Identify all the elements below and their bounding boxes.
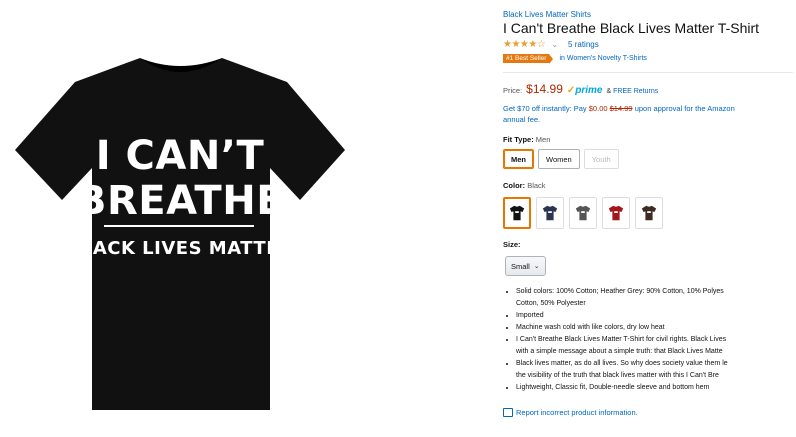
shirt-print-line1: I CAN’T [95,133,265,179]
divider [503,72,793,73]
feature-bullet: I Can't Breathe Black Lives Matter T-Shi… [516,334,796,346]
product-image-panel[interactable]: I CAN’T BREATHE BLACK LIVES MATTER [0,0,490,437]
tee-icon [542,205,558,221]
fit-option-men[interactable]: Men [503,149,534,169]
color-swatches [503,197,663,229]
color-swatch-black[interactable] [503,197,531,229]
tee-icon [509,205,525,221]
ratings-count-link[interactable]: 5 ratings [568,40,599,49]
best-seller-row: #1 Best Seller in Women's Novelty T-Shir… [503,54,647,64]
feature-bullet: Machine wash cold with like colors, dry … [516,322,796,334]
color-swatch-navy[interactable] [536,197,564,229]
best-seller-badge[interactable]: #1 Best Seller [503,54,554,64]
free-returns-link[interactable]: & FREE Returns [607,88,659,95]
star-rating[interactable]: ★★★★☆ [503,39,546,50]
size-dropdown[interactable]: Small ⌄ [505,256,546,276]
tee-icon [641,205,657,221]
price-row: Price: $14.99 ✓prime & FREE Returns [503,82,658,96]
fit-type-label: Fit Type: Men [503,135,551,144]
report-icon [503,408,513,417]
shirt-print-line2: BREATHE [75,178,285,224]
tee-icon [575,205,591,221]
feature-bullet: Solid colors: 100% Cotton; Heather Grey:… [516,286,796,298]
color-swatch-brown[interactable] [635,197,663,229]
rating-row: ★★★★☆ ⌄ 5 ratings [503,39,599,50]
color-swatch-heather-grey[interactable] [569,197,597,229]
product-details: Black Lives Matter Shirts I Can't Breath… [503,0,796,437]
feature-bullet: Imported [516,310,796,322]
size-dropdown-value: Small [511,261,530,271]
feature-bullet: Lightweight, Classic fit, Double-needle … [516,382,796,394]
feature-bullets: Solid colors: 100% Cotton; Heather Grey:… [503,286,796,394]
feature-bullet: Black lives matter, as do all lives. So … [516,358,796,370]
feature-bullet-continued: Cotton, 50% Polyester [516,300,586,307]
color-swatch-red[interactable] [602,197,630,229]
product-title: I Can't Breathe Black Lives Matter T-Shi… [503,20,760,36]
chevron-down-icon: ⌄ [533,263,540,270]
best-seller-category-link[interactable]: in Women's Novelty T-Shirts [559,55,646,62]
feature-bullet-continued: with a simple message about a simple tru… [516,348,723,355]
prime-badge[interactable]: ✓prime [567,85,603,96]
shirt-print-line3: BLACK LIVES MATTER [66,238,294,259]
fit-option-youth[interactable]: Youth [583,149,619,169]
chevron-down-icon[interactable]: ⌄ [551,40,558,49]
fit-type-options: Men Women Youth [503,149,619,169]
size-label: Size: [503,240,521,249]
prime-check-icon: ✓ [566,85,576,96]
tee-icon [608,205,624,221]
color-label: Color: Black [503,181,546,190]
promo-offer[interactable]: Get $70 off instantly: Pay $0.00 $14.99 … [503,103,796,125]
report-link[interactable]: Report incorrect product information. [503,408,638,417]
fit-option-women[interactable]: Women [538,149,580,169]
shirt-print-rule [104,225,254,227]
price-label: Price: [503,86,523,95]
price-value: $14.99 [526,82,563,96]
feature-bullet-continued: the visibility of the truth that black l… [516,372,719,379]
brand-link[interactable]: Black Lives Matter Shirts [503,10,591,19]
